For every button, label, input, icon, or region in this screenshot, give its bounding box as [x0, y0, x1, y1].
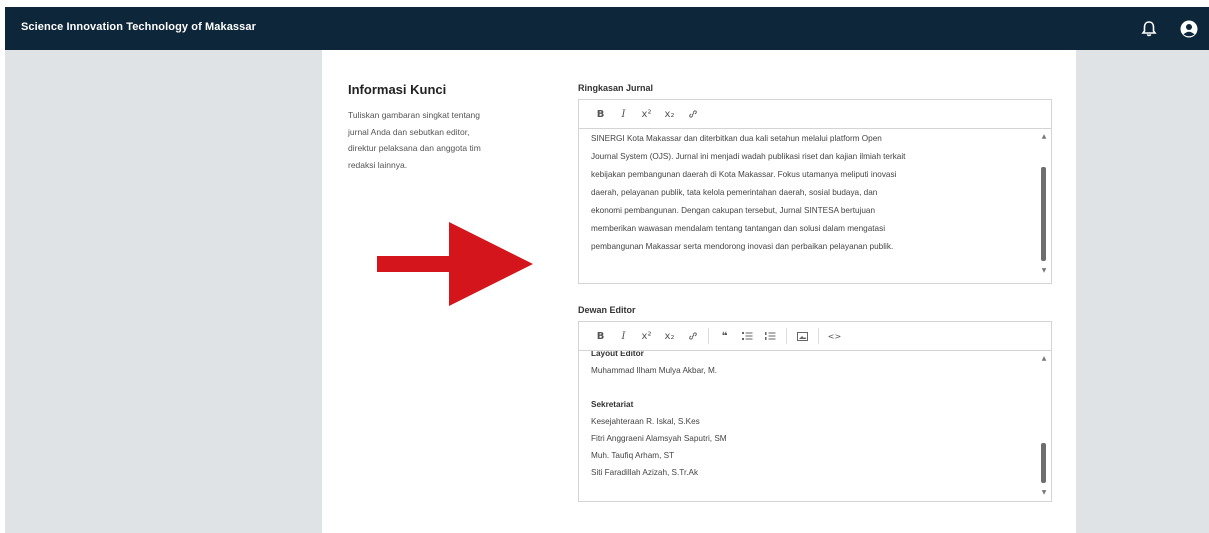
summary-line: pembangunan Makassar serta mendorong ino…: [591, 242, 894, 251]
italic-button[interactable]: I: [612, 327, 635, 345]
editorial-toolbar: B I x² x₂ ❝ <>: [579, 322, 1051, 351]
numbered-list-icon[interactable]: [759, 327, 782, 345]
section-description-line: jurnal Anda dan sebutkan editor,: [348, 126, 470, 137]
summary-line: kebijakan pembangunan daerah di Kota Mak…: [591, 170, 897, 179]
editorial-text: Layout Editor Muhammad Ilham Mulya Akbar…: [579, 351, 1051, 481]
scroll-down-icon[interactable]: ▼: [1040, 267, 1048, 275]
secretariat-member: Fitri Anggraeni Alamsyah Saputri, SM: [591, 434, 727, 443]
code-icon[interactable]: <>: [823, 327, 846, 345]
top-navigation-bar: Science Innovation Technology of Makassa…: [5, 7, 1209, 50]
summary-line: SINERGI Kota Makassar dan diterbitkan du…: [591, 134, 882, 143]
toolbar-divider: [786, 328, 787, 344]
summary-editor[interactable]: B I x² x₂ SINERGI Kota Makassar dan dite…: [578, 99, 1052, 284]
layout-editor-name: Muhammad Ilham Mulya Akbar, M.: [591, 366, 718, 375]
bold-button[interactable]: B: [589, 105, 612, 123]
secretariat-member: Siti Faradillah Azizah, S.Tr.Ak: [591, 468, 699, 477]
scroll-thumb[interactable]: [1041, 167, 1046, 261]
summary-line: memberikan wawasan mendalam tentang tant…: [591, 224, 886, 233]
bold-button[interactable]: B: [589, 327, 612, 345]
subscript-button[interactable]: x₂: [658, 105, 681, 123]
toolbar-divider: [818, 328, 819, 344]
secretariat-member: Muh. Taufiq Arham, ST: [591, 451, 675, 460]
main-content-panel: Informasi Kunci Tuliskan gambaran singka…: [322, 50, 1076, 533]
summary-label: Ringkasan Jurnal: [578, 83, 654, 93]
summary-line: Journal System (OJS). Jurnal ini menjadi…: [591, 152, 906, 161]
bell-icon[interactable]: [1139, 19, 1159, 39]
section-description-line: direktur pelaksana dan anggota tim: [348, 143, 481, 153]
link-icon[interactable]: [681, 327, 704, 345]
link-icon[interactable]: [681, 105, 704, 123]
image-icon[interactable]: [791, 327, 814, 345]
section-title: Informasi Kunci: [348, 82, 447, 97]
section-description: Tuliskan gambaran singkat tentang jurnal…: [348, 107, 538, 173]
red-arrow-annotation: [377, 222, 533, 306]
bullet-list-icon[interactable]: [736, 327, 759, 345]
secretariat-member: Kesejahteraan R. Iskal, S.Kes: [591, 417, 700, 426]
summary-text-area[interactable]: SINERGI Kota Makassar dan diterbitkan du…: [579, 129, 1051, 283]
superscript-button[interactable]: x²: [635, 105, 658, 123]
summary-line: daerah, pelayanan publik, tata kelola pe…: [591, 188, 878, 197]
scroll-thumb[interactable]: [1041, 443, 1046, 483]
user-icon[interactable]: [1179, 19, 1199, 39]
scroll-up-icon[interactable]: ▲: [1040, 133, 1048, 141]
summary-toolbar: B I x² x₂: [579, 100, 1051, 129]
scroll-up-icon[interactable]: ▲: [1040, 355, 1048, 363]
section-description-line: Tuliskan gambaran singkat tentang: [348, 110, 480, 120]
site-title[interactable]: Science Innovation Technology of Makassa…: [21, 21, 256, 33]
superscript-button[interactable]: x²: [635, 327, 658, 345]
italic-button[interactable]: I: [612, 105, 635, 123]
section-description-line: redaksi lainnya.: [348, 159, 408, 170]
subscript-button[interactable]: x₂: [658, 327, 681, 345]
editorial-text-area[interactable]: Layout Editor Muhammad Ilham Mulya Akbar…: [579, 351, 1051, 501]
summary-text: SINERGI Kota Makassar dan diterbitkan du…: [579, 129, 1051, 256]
blockquote-icon[interactable]: ❝: [713, 327, 736, 345]
editorial-board-editor[interactable]: B I x² x₂ ❝ <> Layout Editor Muhammad Il…: [578, 321, 1052, 502]
secretariat-heading: Sekretariat: [591, 400, 634, 409]
toolbar-divider: [708, 328, 709, 344]
layout-editor-heading: Layout Editor: [591, 351, 644, 358]
summary-scrollbar[interactable]: ▲ ▼: [1040, 129, 1048, 281]
scroll-down-icon[interactable]: ▼: [1040, 489, 1048, 497]
editorial-board-label: Dewan Editor: [578, 305, 636, 315]
editorial-scrollbar[interactable]: ▲ ▼: [1040, 351, 1048, 501]
summary-line: ekonomi pembangunan. Dengan cakupan ters…: [591, 206, 876, 215]
